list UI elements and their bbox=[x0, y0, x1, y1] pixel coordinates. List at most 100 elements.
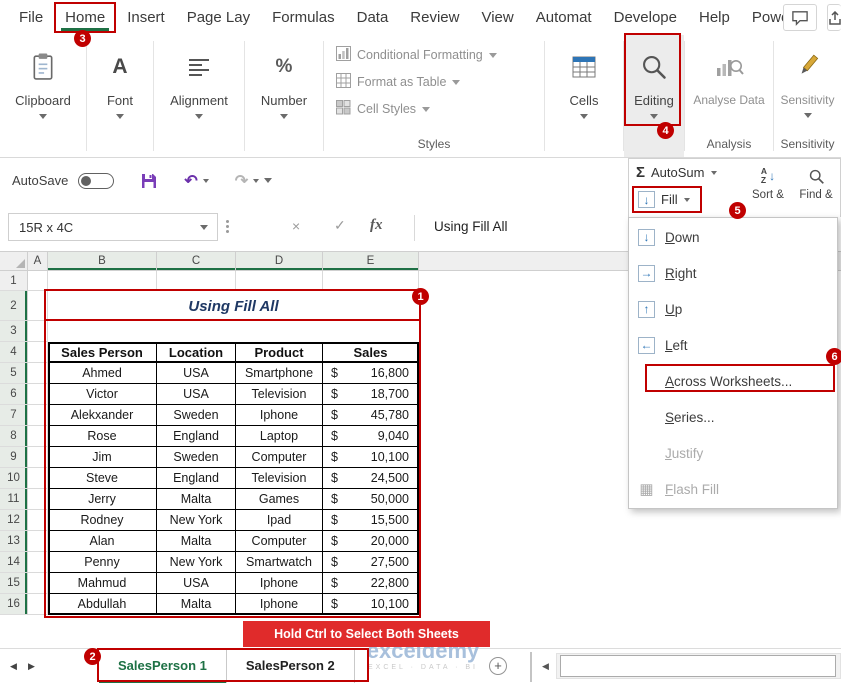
ribbon-tab-review[interactable]: Review bbox=[399, 0, 470, 35]
autosave-toggle[interactable] bbox=[78, 172, 115, 189]
ribbon-tab-view[interactable]: View bbox=[470, 0, 524, 35]
row-header-13[interactable]: 13 bbox=[0, 531, 28, 552]
fill-menu-item-down[interactable]: ↓ Down bbox=[629, 219, 837, 255]
styles-item-cell-styles[interactable]: Cell Styles bbox=[336, 100, 497, 118]
row-header-2[interactable]: 2 bbox=[0, 291, 28, 321]
cell-E1[interactable] bbox=[323, 271, 419, 291]
ribbon-group-clipboard[interactable]: Clipboard bbox=[0, 35, 86, 157]
row-header-9[interactable]: 9 bbox=[0, 447, 28, 468]
cell-E16[interactable]: $10,100 bbox=[323, 594, 419, 615]
cell-E15[interactable]: $22,800 bbox=[323, 573, 419, 594]
cell-A12[interactable] bbox=[28, 510, 48, 531]
ribbon-tab-home[interactable]: Home bbox=[54, 2, 116, 33]
ribbon-tab-develope[interactable]: Develope bbox=[603, 0, 688, 35]
cell-B5[interactable]: Ahmed bbox=[48, 363, 157, 384]
cell-C11[interactable]: Malta bbox=[157, 489, 236, 510]
ribbon-tab-file[interactable]: File bbox=[8, 0, 54, 35]
customize-qat-icon[interactable] bbox=[264, 178, 273, 183]
row-header-5[interactable]: 5 bbox=[0, 363, 28, 384]
undo-icon[interactable]: ↶ bbox=[184, 171, 197, 191]
cell-E12[interactable]: $15,500 bbox=[323, 510, 419, 531]
cell-D5[interactable]: Smartphone bbox=[236, 363, 323, 384]
cell-B13[interactable]: Alan bbox=[48, 531, 157, 552]
fill-menu-item-right[interactable]: → Right bbox=[629, 255, 837, 291]
column-header-A[interactable]: A bbox=[28, 252, 48, 271]
cell-D10[interactable]: Television bbox=[236, 468, 323, 489]
cell-D12[interactable]: Ipad bbox=[236, 510, 323, 531]
select-all-corner[interactable] bbox=[0, 252, 28, 271]
cell-A5[interactable] bbox=[28, 363, 48, 384]
cell-A16[interactable] bbox=[28, 594, 48, 615]
sort-filter-button[interactable]: AZ ↓ Sort & bbox=[745, 163, 791, 201]
share-button[interactable] bbox=[827, 4, 841, 31]
enter-icon[interactable]: ✓ bbox=[334, 217, 346, 234]
ribbon-group-alignment[interactable]: Alignment bbox=[154, 35, 244, 157]
hscroll-left-icon[interactable]: ◀ bbox=[542, 661, 549, 672]
cell-C3[interactable] bbox=[157, 321, 236, 342]
comments-button[interactable] bbox=[783, 4, 817, 31]
tab-scroll-splitter[interactable] bbox=[530, 652, 532, 682]
name-box[interactable]: 15R x 4C bbox=[8, 213, 218, 241]
fill-menu-item-up[interactable]: ↑ Up bbox=[629, 291, 837, 327]
cell-E3[interactable] bbox=[323, 321, 419, 342]
fill-menu-item-left[interactable]: ← Left bbox=[629, 327, 837, 363]
column-header-B[interactable]: B bbox=[48, 252, 157, 271]
cell-E6[interactable]: $18,700 bbox=[323, 384, 419, 405]
cancel-icon[interactable]: × bbox=[292, 218, 300, 234]
cell-B3[interactable] bbox=[48, 321, 157, 342]
cell-B16[interactable]: Abdullah bbox=[48, 594, 157, 615]
row-header-16[interactable]: 16 bbox=[0, 594, 28, 615]
cell-D7[interactable]: Iphone bbox=[236, 405, 323, 426]
sheet-nav-left-icon[interactable]: ◀ bbox=[10, 661, 17, 672]
horizontal-scrollbar-thumb[interactable] bbox=[560, 655, 836, 677]
cell-C9[interactable]: Sweden bbox=[157, 447, 236, 468]
cell-A11[interactable] bbox=[28, 489, 48, 510]
styles-item-conditional-formatting[interactable]: Conditional Formatting bbox=[336, 46, 497, 64]
ribbon-tab-page-lay[interactable]: Page Lay bbox=[176, 0, 261, 35]
drag-handle-icon[interactable] bbox=[226, 220, 229, 223]
cell-D16[interactable]: Iphone bbox=[236, 594, 323, 615]
cell-B15[interactable]: Mahmud bbox=[48, 573, 157, 594]
ribbon-group-cells[interactable]: Cells bbox=[545, 35, 623, 157]
cell-D11[interactable]: Games bbox=[236, 489, 323, 510]
ribbon-group-font[interactable]: A Font bbox=[87, 35, 153, 157]
cell-A14[interactable] bbox=[28, 552, 48, 573]
cell-D9[interactable]: Computer bbox=[236, 447, 323, 468]
cell-E9[interactable]: $10,100 bbox=[323, 447, 419, 468]
cell-B11[interactable]: Jerry bbox=[48, 489, 157, 510]
cell-D8[interactable]: Laptop bbox=[236, 426, 323, 447]
cell-C8[interactable]: England bbox=[157, 426, 236, 447]
cell-A7[interactable] bbox=[28, 405, 48, 426]
cell-A2[interactable] bbox=[28, 291, 48, 321]
cell-C14[interactable]: New York bbox=[157, 552, 236, 573]
row-header-4[interactable]: 4 bbox=[0, 342, 28, 363]
row-header-14[interactable]: 14 bbox=[0, 552, 28, 573]
ribbon-group-sensitivity[interactable]: Sensitivity Sensitivity bbox=[774, 35, 841, 157]
table-title-cell[interactable]: Using Fill All bbox=[48, 291, 419, 321]
cell-E11[interactable]: $50,000 bbox=[323, 489, 419, 510]
ribbon-tab-insert[interactable]: Insert bbox=[116, 0, 176, 35]
header-cell-product[interactable]: Product bbox=[236, 342, 323, 363]
sheet-tab-salesperson-1[interactable]: SalesPerson 1 bbox=[99, 650, 227, 683]
chevron-down-icon[interactable] bbox=[200, 224, 208, 230]
column-header-D[interactable]: D bbox=[236, 252, 323, 271]
ribbon-group-editing[interactable]: Editing bbox=[624, 35, 684, 157]
cell-D3[interactable] bbox=[236, 321, 323, 342]
insert-function-icon[interactable]: fx bbox=[370, 217, 383, 234]
cell-E8[interactable]: $9,040 bbox=[323, 426, 419, 447]
cell-E14[interactable]: $27,500 bbox=[323, 552, 419, 573]
cell-E10[interactable]: $24,500 bbox=[323, 468, 419, 489]
row-header-12[interactable]: 12 bbox=[0, 510, 28, 531]
row-header-6[interactable]: 6 bbox=[0, 384, 28, 405]
cell-C10[interactable]: England bbox=[157, 468, 236, 489]
cell-A8[interactable] bbox=[28, 426, 48, 447]
cell-E7[interactable]: $45,780 bbox=[323, 405, 419, 426]
ribbon-group-analyse-data[interactable]: Analyse Data Analysis bbox=[685, 35, 773, 157]
cell-C12[interactable]: New York bbox=[157, 510, 236, 531]
row-header-10[interactable]: 10 bbox=[0, 468, 28, 489]
ribbon-tab-automat[interactable]: Automat bbox=[525, 0, 603, 35]
cell-A15[interactable] bbox=[28, 573, 48, 594]
cell-B10[interactable]: Steve bbox=[48, 468, 157, 489]
formula-bar-value[interactable]: Using Fill All bbox=[434, 219, 508, 234]
row-header-7[interactable]: 7 bbox=[0, 405, 28, 426]
